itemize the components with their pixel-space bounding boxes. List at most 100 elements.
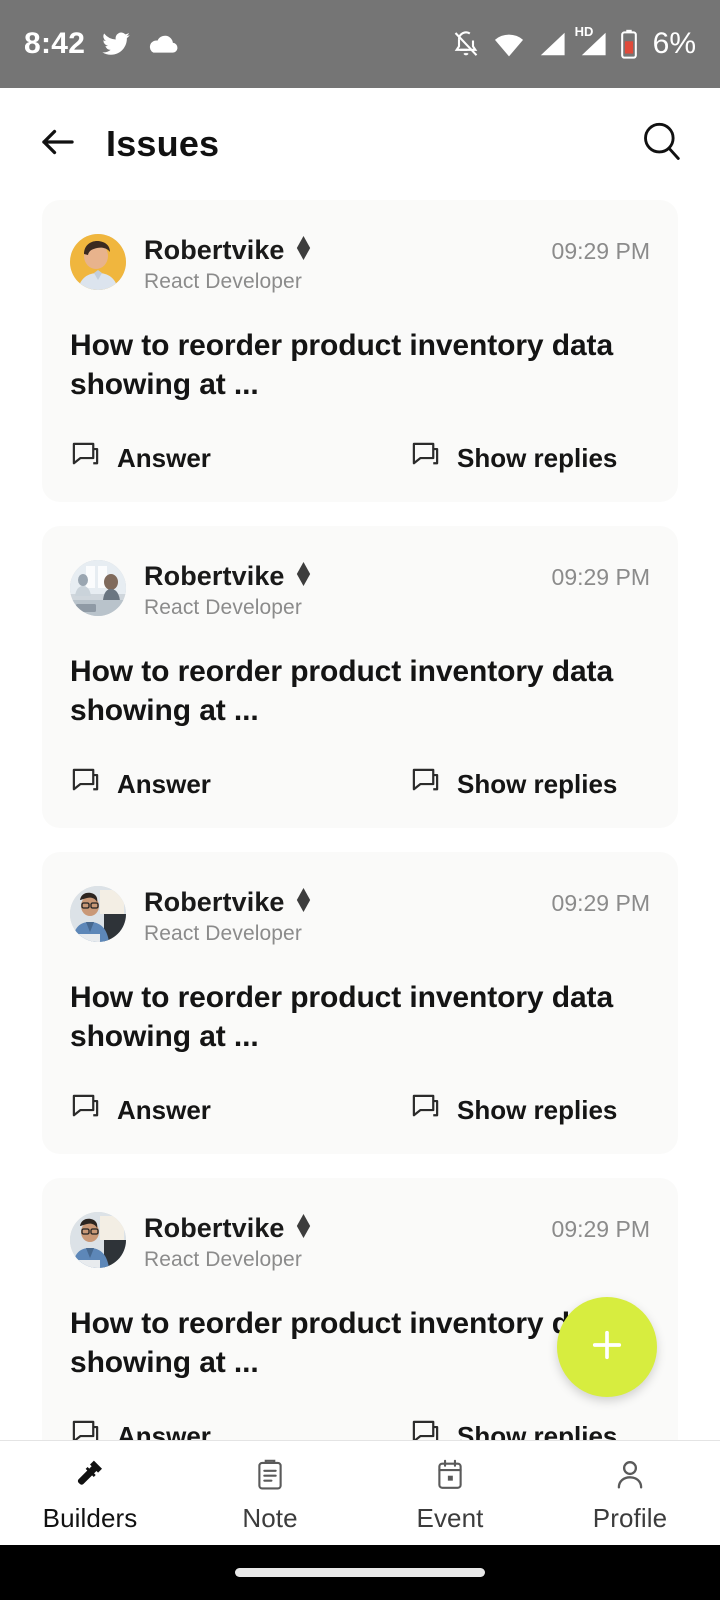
answer-label: Answer [117,768,211,799]
author-role: React Developer [144,270,302,293]
issue-timestamp: 09:29 PM [551,890,650,916]
diamond-badge-icon [295,562,312,591]
answer-label: Answer [117,1094,211,1125]
issue-card[interactable]: Robertvike React Developer 09:29 PM How … [42,200,678,502]
issue-author: Robertvike React Developer [144,1212,552,1272]
nav-item-builders[interactable]: Builders [0,1452,180,1534]
issue-card-header: Robertvike React Developer 09:29 PM [70,886,650,946]
issue-title: How to reorder product inventory data sh… [70,655,614,727]
search-button[interactable] [634,116,690,172]
show-replies-button[interactable]: Show replies [410,1092,617,1128]
comment-icon [70,766,101,802]
plus-icon [586,1324,628,1371]
issue-card-header: Robertvike React Developer 09:29 PM [70,560,650,620]
answer-button[interactable]: Answer [70,440,410,476]
author-role: React Developer [144,922,302,945]
clipboard-icon [254,1452,286,1492]
gesture-pill[interactable] [235,1568,485,1577]
issue-card[interactable]: Robertvike React Developer 09:29 PM How … [42,852,678,1154]
wifi-icon [493,31,525,57]
avatar [70,886,126,942]
issue-card-actions: Answer Show replies [70,1418,650,1440]
cloud-icon [147,32,179,56]
author-name-row: Robertvike [144,561,552,592]
issue-title: How to reorder product inventory data sh… [70,329,614,401]
issue-card[interactable]: Robertvike React Developer 09:29 PM How … [42,526,678,828]
issue-timestamp: 09:29 PM [551,564,650,590]
issue-author: Robertvike React Developer [144,560,552,620]
notifications-off-icon [452,29,480,59]
person-icon [613,1452,647,1492]
diamond-badge-icon [295,236,312,265]
show-replies-label: Show replies [457,1420,618,1441]
issue-card-actions: Answer Show replies [70,440,650,476]
status-bar-clock: 8:42 [24,27,86,60]
comment-icon [410,1092,441,1128]
twitter-icon [101,29,131,59]
page-title: Issues [106,123,220,164]
nav-label-event: Event [416,1503,484,1533]
status-bar-right: HD 6% [452,24,696,61]
status-bar: 8:42 HD 6% [0,0,720,88]
issue-title: How to reorder product inventory data sh… [70,981,614,1053]
answer-button[interactable]: Answer [70,1418,410,1440]
signal-icon [538,31,566,57]
nav-item-event[interactable]: Event [360,1452,540,1534]
show-replies-button[interactable]: Show replies [410,440,617,476]
author-username: Robertvike [144,887,285,917]
system-gesture-bar [0,1545,720,1600]
issue-timestamp: 09:29 PM [551,1216,650,1242]
comment-icon [410,1418,441,1440]
issue-timestamp: 09:29 PM [551,238,650,264]
answer-button[interactable]: Answer [70,1092,410,1128]
author-role: React Developer [144,596,302,619]
nav-label-builders: Builders [42,1503,138,1533]
show-replies-label: Show replies [457,442,618,473]
avatar [70,1212,126,1268]
nav-item-profile[interactable]: Profile [540,1452,720,1534]
author-username: Robertvike [144,561,285,591]
issue-card-header: Robertvike React Developer 09:29 PM [70,1212,650,1272]
app-header: Issues [0,88,720,200]
back-button[interactable] [30,116,86,172]
answer-label: Answer [117,1420,211,1441]
diamond-badge-icon [295,1214,312,1243]
status-bar-left: 8:42 [24,27,179,61]
issue-author: Robertvike React Developer [144,234,552,294]
issue-card-actions: Answer Show replies [70,766,650,802]
signal-hd-icon: HD [575,24,607,57]
comment-icon [70,1092,101,1128]
answer-label: Answer [117,442,211,473]
comment-icon [70,440,101,476]
issue-card-actions: Answer Show replies [70,1092,650,1128]
add-floating-action-button[interactable] [557,1297,657,1397]
diamond-badge-icon [295,888,312,917]
author-username: Robertvike [144,235,285,265]
show-replies-button[interactable]: Show replies [410,1418,617,1440]
avatar [70,560,126,616]
nav-label-profile: Profile [592,1503,668,1533]
hd-label: HD [574,24,594,39]
bottom-navigation: Builders Note Event Profile [0,1440,720,1545]
show-replies-label: Show replies [457,768,618,799]
battery-low-icon [620,29,638,59]
hammer-icon [72,1452,108,1492]
author-name-row: Robertvike [144,235,552,266]
comment-icon [410,440,441,476]
comment-icon [410,766,441,802]
author-name-row: Robertvike [144,1213,552,1244]
author-name-row: Robertvike [144,887,552,918]
nav-label-note: Note [242,1503,298,1533]
comment-icon [70,1418,101,1440]
search-icon [639,119,685,170]
avatar [70,234,126,290]
issues-feed[interactable]: Robertvike React Developer 09:29 PM How … [0,200,720,1440]
nav-item-note[interactable]: Note [180,1452,360,1534]
issue-card-header: Robertvike React Developer 09:29 PM [70,234,650,294]
back-arrow-icon [37,121,79,168]
show-replies-button[interactable]: Show replies [410,766,617,802]
author-role: React Developer [144,1248,302,1271]
app-root: 8:42 HD 6% Issues Robertvike React Devel… [0,0,720,1600]
answer-button[interactable]: Answer [70,766,410,802]
battery-percentage: 6% [652,27,696,60]
